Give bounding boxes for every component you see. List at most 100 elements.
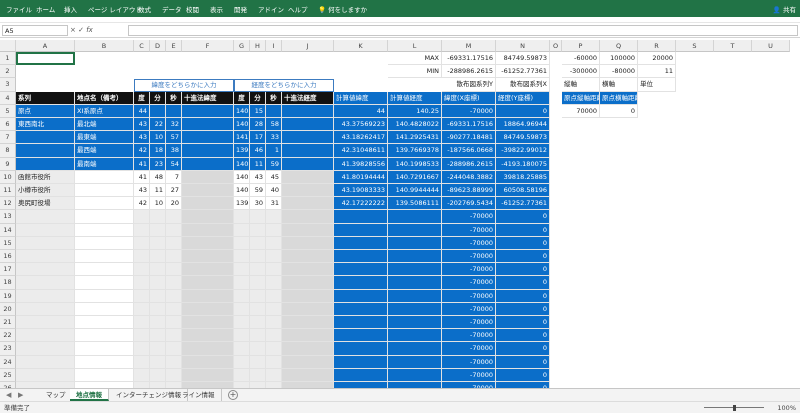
zoom-level[interactable]: 100% [777,402,796,413]
cell-M17[interactable]: -70000 [442,263,496,277]
cell-N24[interactable]: 0 [496,355,550,369]
cell-D18[interactable] [150,276,166,290]
cell-G16[interactable] [234,250,250,264]
cell-L5[interactable]: 140.25 [388,104,442,118]
cell-D20[interactable] [150,302,166,316]
cell-L10[interactable]: 140.7291667 [388,170,442,184]
cell-Q1[interactable]: 100000 [600,52,638,66]
cell-M5[interactable]: -70000 [442,104,496,118]
cell-K25[interactable] [334,368,388,382]
cell-K12[interactable]: 42.17222222 [334,197,388,211]
cell-N17[interactable]: 0 [496,263,550,277]
cell-G20[interactable] [234,302,250,316]
cell-J23[interactable] [282,342,334,356]
cell-B9[interactable]: 最南端 [75,157,134,171]
cell-J18[interactable] [282,276,334,290]
cell-A4[interactable]: 系列 [16,91,75,105]
cell-H17[interactable] [250,263,266,277]
cell-H8[interactable]: 46 [250,144,266,158]
cell-H18[interactable] [250,276,266,290]
cell-A6[interactable]: 東西南北 [16,118,75,132]
cell-A21[interactable] [16,316,75,330]
cell-B7[interactable]: 最東端 [75,131,134,145]
cell-L22[interactable] [388,329,442,343]
cell-B5[interactable]: XI系原点 [75,104,134,118]
cell-G21[interactable] [234,316,250,330]
cell-F14[interactable] [182,223,234,237]
column-header-G[interactable]: G [234,40,250,52]
ribbon-tab-10[interactable]: ヘルプ [288,4,308,14]
cell-D22[interactable] [150,329,166,343]
cell-J6[interactable] [282,118,334,132]
ribbon-tab-2[interactable]: 挿入 [64,4,77,14]
cell-J14[interactable] [282,223,334,237]
cell-E9[interactable]: 54 [166,157,182,171]
cell-K8[interactable]: 42.31048611 [334,144,388,158]
ribbon-tab-3[interactable]: ページ レイアウト [88,4,142,14]
cell-H13[interactable] [250,210,266,224]
column-header-A[interactable]: A [16,40,75,52]
cell-N15[interactable]: 0 [496,236,550,250]
cell-M19[interactable]: -70000 [442,289,496,303]
cell-E6[interactable]: 32 [166,118,182,132]
cell-B17[interactable] [75,263,134,277]
cell-D8[interactable]: 18 [150,144,166,158]
ribbon-tab-5[interactable]: データ [162,4,182,14]
cell-A5[interactable]: 原点 [16,104,75,118]
cell-L13[interactable] [388,210,442,224]
cell-L17[interactable] [388,263,442,277]
cell-Q3[interactable]: 横軸 [600,78,638,92]
cell-G15[interactable] [234,236,250,250]
cell-L11[interactable]: 140.9944444 [388,184,442,198]
cell-G22[interactable] [234,329,250,343]
cell-C23[interactable] [134,342,150,356]
cell-C13[interactable] [134,210,150,224]
cell-M9[interactable]: -288986.2615 [442,157,496,171]
cell-E14[interactable] [166,223,182,237]
cell-F25[interactable] [182,368,234,382]
cell-D13[interactable] [150,210,166,224]
row-header-8[interactable]: 8 [0,144,16,158]
cell-D15[interactable] [150,236,166,250]
cell-F13[interactable] [182,210,234,224]
cell-H25[interactable] [250,368,266,382]
cell-G4[interactable]: 度 [234,91,250,105]
cell-E16[interactable] [166,250,182,264]
cell-N18[interactable]: 0 [496,276,550,290]
ribbon-tab-8[interactable]: 開発 [234,4,247,14]
cell-Q2[interactable]: -80000 [600,65,638,79]
sheet-tab-0[interactable]: マップ [40,389,73,401]
column-header-B[interactable]: B [75,40,134,52]
row-header-23[interactable]: 23 [0,342,16,356]
row-header-5[interactable]: 5 [0,104,16,118]
cell-B23[interactable] [75,342,134,356]
cell-M11[interactable]: -89623.88999 [442,184,496,198]
cell-C18[interactable] [134,276,150,290]
cell-F11[interactable] [182,184,234,198]
name-box[interactable]: A5 [2,25,68,36]
cell-B18[interactable] [75,276,134,290]
ribbon-tab-0[interactable]: ファイル [6,4,32,14]
cell-D17[interactable] [150,263,166,277]
cell-L19[interactable] [388,289,442,303]
cell-E10[interactable]: 7 [166,170,182,184]
cell-L1[interactable]: MAX [388,52,442,66]
cell-N9[interactable]: -4193.180075 [496,157,550,171]
cell-H6[interactable]: 28 [250,118,266,132]
cell-J16[interactable] [282,250,334,264]
cell-N1[interactable]: 84749.59873 [496,52,550,66]
cell-I12[interactable]: 31 [266,197,282,211]
cell-A24[interactable] [16,355,75,369]
cell-A13[interactable] [16,210,75,224]
row-header-18[interactable]: 18 [0,276,16,290]
column-header-S[interactable]: S [676,40,714,52]
cell-J19[interactable] [282,289,334,303]
cell-N25[interactable]: 0 [496,368,550,382]
cell-J10[interactable] [282,170,334,184]
cell-D7[interactable]: 10 [150,131,166,145]
cell-A15[interactable] [16,236,75,250]
cell-I14[interactable] [266,223,282,237]
cell-F4[interactable]: 十進法緯度 [182,91,234,105]
cell-H10[interactable]: 43 [250,170,266,184]
cell-I10[interactable]: 45 [266,170,282,184]
